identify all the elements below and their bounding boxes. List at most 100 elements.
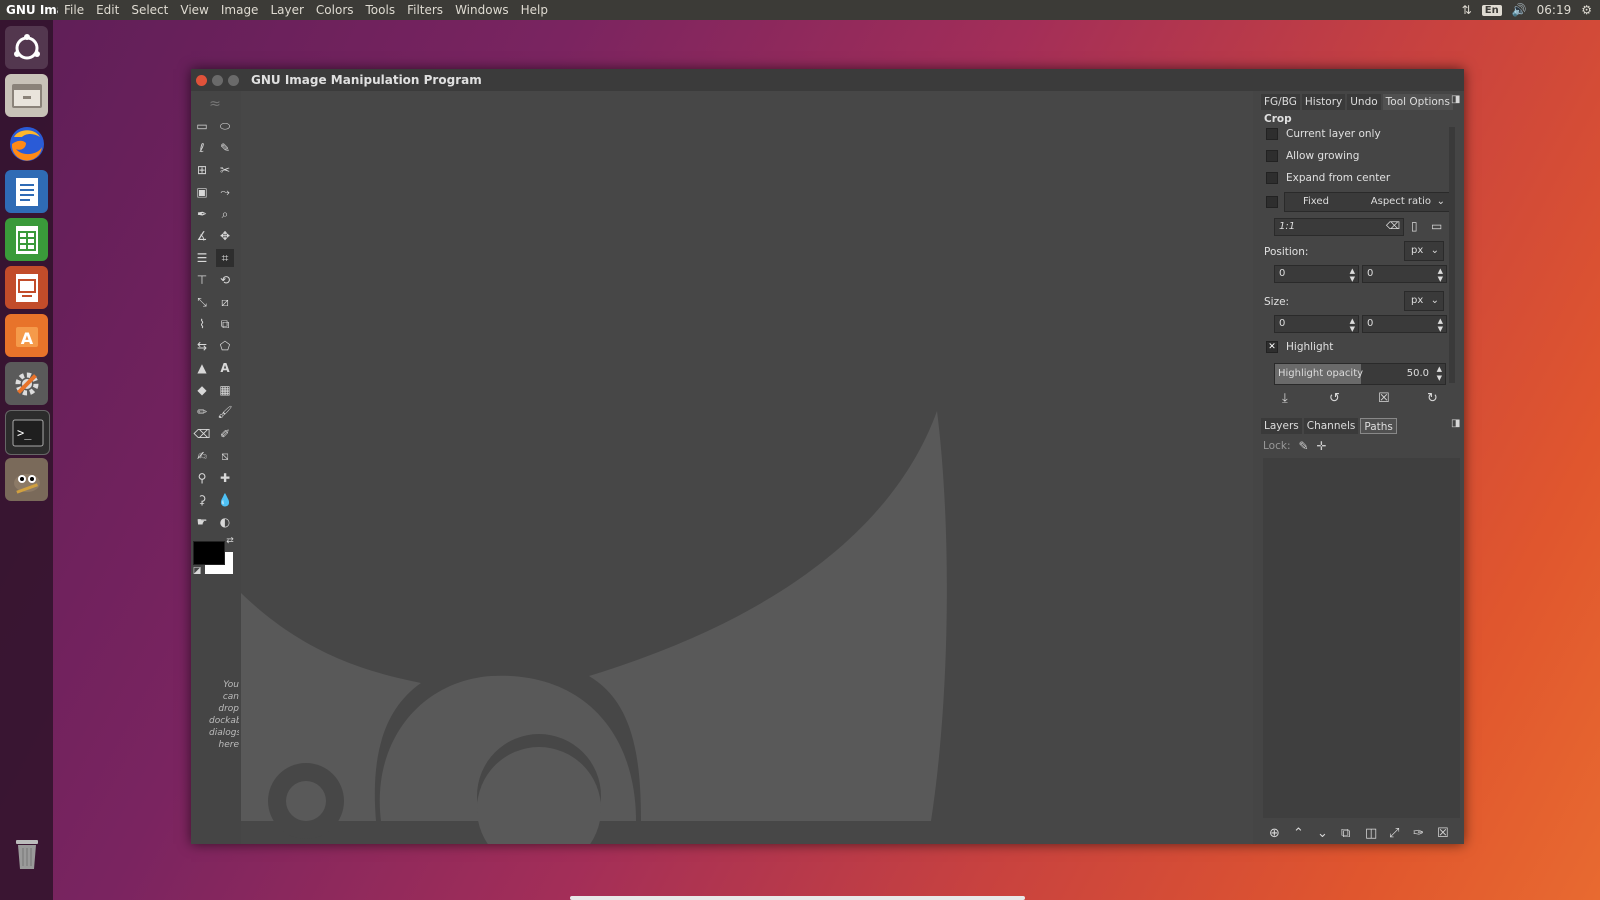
lower-path-icon[interactable]: ⌄ xyxy=(1317,826,1328,841)
files-icon[interactable] xyxy=(5,74,48,117)
menu-view[interactable]: View xyxy=(174,3,214,17)
crop-icon[interactable]: ⌗ xyxy=(216,249,234,267)
tab-layers[interactable]: Layers xyxy=(1261,418,1302,434)
tab-fg-bg[interactable]: FG/BG xyxy=(1261,94,1300,110)
paintbrush-icon[interactable]: 🖌 xyxy=(216,403,234,421)
heal-icon[interactable]: ✚ xyxy=(216,469,234,487)
menu-layer[interactable]: Layer xyxy=(264,3,309,17)
close-icon[interactable] xyxy=(196,74,207,86)
perspective-clone-icon[interactable]: ⚳ xyxy=(193,491,211,509)
color-select-icon[interactable]: ⊞ xyxy=(193,161,211,179)
maximize-icon[interactable] xyxy=(228,74,239,86)
minimize-icon[interactable] xyxy=(212,74,223,86)
clone-icon[interactable]: ⚲ xyxy=(193,469,211,487)
foreground-color-swatch[interactable] xyxy=(193,541,225,565)
tab-undo[interactable]: Undo xyxy=(1347,94,1381,110)
image-canvas[interactable] xyxy=(241,91,1253,844)
lock-paint-icon[interactable]: ✎ xyxy=(1298,439,1308,453)
menu-edit[interactable]: Edit xyxy=(90,3,125,17)
menu-image[interactable]: Image xyxy=(215,3,265,17)
stroke-path-icon[interactable]: ✑ xyxy=(1413,826,1424,841)
bucket-fill-icon[interactable]: ▲ xyxy=(193,359,211,377)
pencil-icon[interactable]: ✏ xyxy=(193,403,211,421)
network-icon[interactable]: ⇅ xyxy=(1462,3,1472,17)
fixed-checkbox[interactable] xyxy=(1266,196,1278,208)
shear-icon[interactable]: ⧄ xyxy=(216,293,234,311)
unified-transform-icon[interactable]: ⊤ xyxy=(193,271,211,289)
fixed-option[interactable] xyxy=(1266,196,1278,208)
raise-path-icon[interactable]: ⌃ xyxy=(1293,826,1304,841)
clear-icon[interactable]: ⌫ xyxy=(1386,219,1400,235)
duplicate-path-icon[interactable]: ⧉ xyxy=(1341,826,1350,841)
spin-icon[interactable]: ▲ ▼ xyxy=(1438,267,1443,283)
writer-icon[interactable] xyxy=(5,170,48,213)
dodge-burn-icon[interactable]: ◐ xyxy=(216,513,234,531)
current-layer-only-checkbox[interactable] xyxy=(1266,128,1278,140)
lasso-select-icon[interactable]: ℓ xyxy=(193,139,211,157)
highlight-opacity-slider[interactable]: Highlight opacity 50.0 ▲ ▼ xyxy=(1274,363,1446,385)
menu-help[interactable]: Help xyxy=(515,3,554,17)
calc-icon[interactable] xyxy=(5,218,48,261)
position-y-input[interactable]: 0 ▲ ▼ xyxy=(1362,265,1447,283)
move-icon[interactable]: ✥ xyxy=(216,227,234,245)
perspective-icon[interactable]: ⧉ xyxy=(216,315,234,333)
tab-tool-options[interactable]: Tool Options xyxy=(1382,94,1453,110)
size-h-input[interactable]: 0 ▲ ▼ xyxy=(1362,315,1447,333)
foreground-select-icon[interactable]: ▣ xyxy=(193,183,211,201)
expand-from-center-option[interactable]: Expand from center xyxy=(1266,172,1390,184)
size-w-input[interactable]: 0 ▲ ▼ xyxy=(1274,315,1359,333)
current-layer-only-option[interactable]: Current layer only xyxy=(1266,128,1381,140)
system-settings-icon[interactable] xyxy=(5,362,48,405)
measure-icon[interactable]: ∡ xyxy=(193,227,211,245)
menu-windows[interactable]: Windows xyxy=(449,3,515,17)
ratio-input[interactable]: 1:1 ⌫ xyxy=(1274,218,1404,236)
delete-path-icon[interactable]: ☒ xyxy=(1437,826,1449,841)
menu-file[interactable]: File xyxy=(58,3,90,17)
smudge-icon[interactable]: ☛ xyxy=(193,513,211,531)
portrait-icon[interactable]: ▯ xyxy=(1411,219,1418,233)
dock-menu-icon[interactable]: ◨ xyxy=(1451,94,1460,105)
rect-select-icon[interactable]: ▭ xyxy=(193,117,211,135)
firefox-icon[interactable] xyxy=(5,122,48,165)
paths-icon[interactable]: ⤳ xyxy=(216,183,234,201)
airbrush-icon[interactable]: ✐ xyxy=(216,425,234,443)
align-icon[interactable]: ☰ xyxy=(193,249,211,267)
color-picker-icon[interactable]: ✒ xyxy=(193,205,211,223)
rotate-icon[interactable]: ⟲ xyxy=(216,271,234,289)
swap-colors-icon[interactable]: ⇄ xyxy=(224,535,236,547)
path-to-selection-icon[interactable]: ◫ xyxy=(1365,826,1377,841)
scissors-select-icon[interactable]: ✂ xyxy=(216,161,234,179)
spin-icon[interactable]: ▲ ▼ xyxy=(1350,267,1355,283)
default-colors-icon[interactable]: ◪ xyxy=(191,565,203,577)
position-unit-select[interactable]: px ⌄ xyxy=(1404,241,1444,261)
highlight-option[interactable]: ✕ Highlight xyxy=(1266,341,1333,353)
size-unit-select[interactable]: px ⌄ xyxy=(1404,291,1444,311)
restore-options-icon[interactable]: ↺ xyxy=(1329,391,1340,406)
tab-channels[interactable]: Channels xyxy=(1303,418,1359,434)
expand-from-center-checkbox[interactable] xyxy=(1266,172,1278,184)
options-scrollbar[interactable] xyxy=(1449,127,1455,383)
settings-gear-icon[interactable]: ⚙ xyxy=(1581,3,1592,17)
save-options-icon[interactable]: ⤓ xyxy=(1282,391,1288,406)
tab-paths[interactable]: Paths xyxy=(1360,418,1397,434)
paths-list[interactable] xyxy=(1263,458,1460,818)
spin-icon[interactable]: ▲ ▼ xyxy=(1350,317,1355,333)
delete-options-icon[interactable]: ☒ xyxy=(1378,391,1390,406)
trash-icon[interactable] xyxy=(5,832,48,875)
tab-history[interactable]: History xyxy=(1301,94,1346,110)
new-path-icon[interactable]: ⊕ xyxy=(1269,826,1280,841)
mypaint-brush-icon[interactable]: ⧅ xyxy=(216,447,234,465)
dock-menu-icon[interactable]: ◨ xyxy=(1451,418,1460,429)
menu-colors[interactable]: Colors xyxy=(310,3,360,17)
gradient-icon[interactable]: ▦ xyxy=(216,381,234,399)
impress-icon[interactable] xyxy=(5,266,48,309)
clock[interactable]: 06:19 xyxy=(1537,3,1572,17)
fixed-mode-select[interactable]: Fixed Aspect ratio ⌄ xyxy=(1284,192,1450,212)
ubuntu-dash-icon[interactable] xyxy=(5,26,48,69)
flip-icon[interactable]: ⇆ xyxy=(193,337,211,355)
reset-options-icon[interactable]: ↻ xyxy=(1427,391,1438,406)
volume-icon[interactable]: 🔊 xyxy=(1512,3,1527,17)
spin-icon[interactable]: ▲ ▼ xyxy=(1437,365,1442,383)
keyboard-indicator[interactable]: En xyxy=(1481,4,1502,16)
position-x-input[interactable]: 0 ▲ ▼ xyxy=(1274,265,1359,283)
